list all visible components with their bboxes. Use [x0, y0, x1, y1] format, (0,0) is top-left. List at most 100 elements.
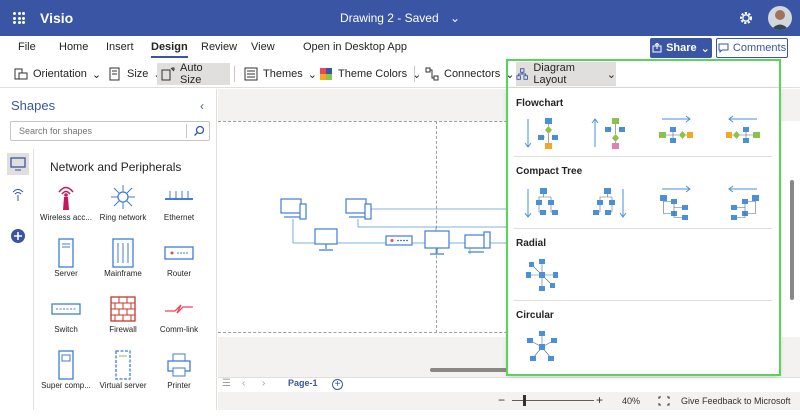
horizontal-scrollbar[interactable]	[430, 368, 510, 372]
stencil-rail	[0, 149, 34, 410]
avatar[interactable]	[768, 6, 792, 30]
search-icon[interactable]	[193, 125, 205, 137]
shape-firewall[interactable]: Firewall	[95, 293, 151, 343]
tab-home[interactable]: Home	[59, 41, 88, 53]
search-input[interactable]	[11, 122, 181, 140]
document-title-text[interactable]: Drawing 2 - Saved	[340, 11, 439, 25]
stencil-wireless-icon[interactable]	[7, 183, 29, 205]
connectors-button[interactable]: Connectors ⌄	[421, 63, 518, 85]
shape-super-computer[interactable]: Super comp...	[38, 349, 94, 399]
layout-compact-tree-down-right[interactable]	[521, 182, 563, 224]
chevron-down-icon: ⌄	[700, 42, 710, 55]
layout-compact-tree-right-down[interactable]	[655, 182, 697, 224]
share-button[interactable]: Share ⌄	[650, 38, 712, 58]
layout-flowchart-top-down[interactable]	[521, 112, 563, 154]
tab-insert[interactable]: Insert	[106, 41, 134, 53]
shape-ethernet[interactable]: Ethernet	[151, 181, 207, 231]
shape-wireless-access-point[interactable]: Wireless acc...	[38, 181, 94, 231]
shapes-panel-title: Shapes	[11, 98, 56, 113]
section-circular: Circular	[516, 310, 554, 321]
layout-compact-tree-left-down[interactable]	[722, 182, 764, 224]
virtual-server-icon	[115, 350, 131, 380]
add-stencil-icon[interactable]	[7, 225, 29, 247]
themes-icon	[244, 67, 258, 81]
chevron-left-icon[interactable]: ‹	[200, 99, 204, 113]
section-divider	[514, 156, 772, 157]
firewall-icon	[110, 296, 136, 322]
shape-switch[interactable]: Switch	[38, 293, 94, 343]
feedback-link[interactable]: Give Feedback to Microsoft	[681, 396, 791, 406]
stencil-title: Network and Peripherals	[50, 160, 182, 174]
comments-button[interactable]: Comments	[716, 38, 788, 58]
stencil-network-icon[interactable]	[7, 153, 29, 175]
vertical-scrollbar[interactable]	[790, 180, 794, 300]
tab-review[interactable]: Review	[201, 41, 237, 53]
section-divider	[514, 300, 772, 301]
section-compact-tree: Compact Tree	[516, 166, 583, 177]
themes-button[interactable]: Themes ⌄	[240, 63, 321, 85]
layout-flowchart-right-left[interactable]	[722, 112, 764, 154]
mainframe-icon	[112, 238, 134, 268]
router-icon	[164, 246, 194, 260]
auto-size-icon	[161, 67, 175, 81]
ethernet-icon	[165, 191, 193, 200]
shapes-panel: Shapes ‹ Network and Peripherals Wireles…	[0, 89, 217, 410]
shape-mainframe[interactable]: Mainframe	[95, 237, 151, 287]
layout-flowchart-bottom-up[interactable]	[588, 112, 630, 154]
shape-ring-network[interactable]: Ring network	[95, 181, 151, 231]
share-icon	[652, 43, 662, 53]
size-label: Size	[127, 68, 149, 80]
open-in-desktop-button[interactable]: Open in Desktop App	[303, 41, 407, 53]
orientation-icon	[14, 68, 28, 80]
zoom-slider-thumb[interactable]	[523, 395, 526, 406]
layout-circular[interactable]	[521, 326, 563, 368]
shape-virtual-server[interactable]: Virtual server	[95, 349, 151, 399]
connectors-icon	[425, 67, 439, 81]
app-name[interactable]: Visio	[40, 10, 73, 26]
layout-flowchart-left-right[interactable]	[655, 112, 697, 154]
themes-label: Themes	[263, 68, 303, 80]
shape-comm-link[interactable]: Comm-link	[151, 293, 207, 343]
wireless-access-point-icon	[58, 186, 74, 210]
shape-router[interactable]: Router	[151, 237, 207, 287]
computer-icon	[464, 231, 491, 253]
gear-icon[interactable]	[738, 10, 754, 26]
status-bar: − + 40% Give Feedback to Microsoft	[218, 392, 800, 410]
tab-page-1[interactable]: Page-1	[288, 378, 318, 388]
page-list-icon[interactable]: ☰	[222, 378, 231, 389]
tab-view[interactable]: View	[251, 41, 275, 53]
comments-label: Comments	[732, 42, 787, 54]
add-page-button[interactable]: +	[332, 379, 343, 390]
zoom-out-button[interactable]: −	[498, 393, 505, 407]
chevron-right-icon[interactable]: ›	[262, 378, 265, 389]
theme-colors-icon	[320, 68, 332, 80]
shape-server[interactable]: Server	[38, 237, 94, 287]
layout-radial[interactable]	[521, 254, 563, 296]
theme-colors-label: Theme Colors	[338, 68, 408, 80]
fit-to-window-icon[interactable]	[658, 396, 670, 406]
printer-icon	[167, 353, 191, 377]
monitor-icon	[424, 230, 450, 255]
computer-icon	[280, 198, 307, 220]
size-icon	[109, 67, 120, 81]
app-launcher-icon[interactable]	[13, 12, 25, 24]
theme-colors-button[interactable]: Theme Colors ⌄	[315, 63, 425, 85]
zoom-in-button[interactable]: +	[596, 393, 603, 407]
chevron-left-icon[interactable]: ‹	[242, 378, 245, 389]
auto-size-button[interactable]: Auto Size	[157, 62, 230, 86]
auto-size-label: Auto Size	[180, 62, 203, 86]
chevron-down-icon[interactable]: ⌄	[450, 11, 460, 25]
zoom-level[interactable]: 40%	[622, 396, 640, 406]
diagram-layout-dropdown: Flowchart Compact Tree Radial Circular	[508, 88, 779, 374]
tab-design[interactable]: Design	[151, 41, 188, 58]
super-computer-icon	[58, 350, 74, 380]
section-flowchart: Flowchart	[516, 98, 564, 109]
section-radial: Radial	[516, 238, 547, 249]
orientation-button[interactable]: Orientation ⌄	[10, 63, 105, 85]
diagram-layout-icon	[516, 68, 528, 80]
layout-compact-tree-down-left[interactable]	[588, 182, 630, 224]
diagram-layout-button[interactable]: Diagram Layout ⌄	[516, 62, 616, 86]
shape-printer[interactable]: Printer	[151, 349, 207, 399]
connectors-label: Connectors	[444, 68, 501, 80]
tab-file[interactable]: File	[18, 41, 36, 53]
